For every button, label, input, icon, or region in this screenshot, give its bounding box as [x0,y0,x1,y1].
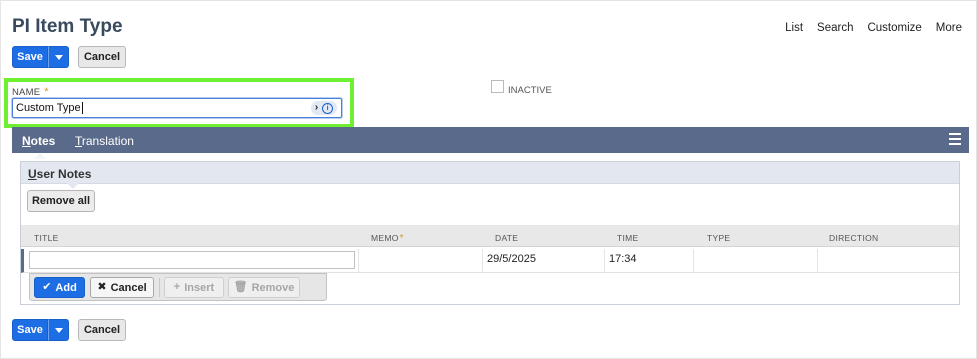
name-label: NAME * [12,86,49,98]
cell-title [24,249,359,273]
cancel-row-label: Cancel [110,281,147,294]
page-title: PI Item Type [12,16,123,37]
save-menu-button[interactable] [48,46,69,68]
name-value-text: Custom Type [16,102,81,114]
check-icon: ✔ [42,281,52,293]
plus-icon: + [173,281,181,293]
save-button-group: Save [12,46,69,68]
nav-search[interactable]: Search [817,22,853,34]
subtab-label: ser Notes [36,167,92,181]
save-button-group-bottom: Save [12,319,69,341]
remove-row-label: Remove [251,281,295,294]
col-memo-label: MEMO [371,233,399,243]
col-title: TITLE [34,233,59,243]
add-row-label: Add [55,281,77,294]
tab-bar: Notes Translation [12,127,969,159]
caret-down-icon [54,54,63,60]
col-memo: MEMO* [371,233,404,244]
remove-row-button[interactable]: 🗑 Remove [228,277,300,298]
required-star: * [399,233,404,244]
col-date: DATE [495,233,519,243]
save-button-bottom[interactable]: Save [12,319,48,341]
cancel-button-bottom[interactable]: Cancel [78,319,126,341]
trash-icon: 🗑 [233,281,248,293]
cell-direction[interactable] [818,249,961,273]
row-action-bar: ✔ Add ✖ Cancel + Insert 🗑 Remove [29,273,327,301]
insert-row-button[interactable]: + Insert [164,277,224,298]
subtab-user-notes[interactable]: User Notes [28,167,91,181]
record-page: PI Item Type List Search Customize More … [0,0,977,359]
name-label-text: NAME [12,87,41,98]
save-button[interactable]: Save [12,46,48,68]
text-cursor [81,102,83,115]
cell-type[interactable] [694,249,818,273]
close-icon: ✖ [97,281,107,293]
col-type: TYPE [707,233,731,243]
add-row-button[interactable]: ✔ Add [34,277,85,298]
col-direction: DIRECTION [829,233,879,243]
field-help-icons[interactable]: › i [311,101,337,115]
remove-all-button[interactable]: Remove all [27,190,95,212]
divider [159,278,160,297]
insert-row-label: Insert [184,281,215,294]
cancel-row-button[interactable]: ✖ Cancel [90,277,154,298]
subtab-pointer [67,183,79,189]
col-time: TIME [617,233,639,243]
subtab-header: User Notes [21,162,959,184]
name-input[interactable]: Custom Type › i [12,98,342,118]
inactive-label: INACTIVE [508,85,552,96]
save-menu-button-bottom[interactable] [48,319,69,341]
hamburger-menu-icon[interactable] [949,133,961,145]
table-row: 29/5/2025 17:34 [21,249,959,273]
caret-down-icon [54,327,63,333]
inactive-checkbox[interactable] [491,80,504,93]
cell-time[interactable]: 17:34 [605,249,694,273]
title-input[interactable] [29,251,355,269]
nav-customize[interactable]: Customize [867,22,921,34]
tab-translation[interactable]: Translation [75,134,134,148]
table-header: TITLE MEMO* DATE TIME TYPE DIRECTION [21,225,959,247]
nav-more[interactable]: More [936,22,962,34]
cell-memo[interactable] [359,249,483,273]
subtab-access-key: U [28,167,37,181]
top-nav: List Search Customize More [785,22,962,34]
name-input-value: Custom Type [16,102,83,115]
info-icon[interactable]: i [322,102,334,114]
user-notes-panel: User Notes Remove all TITLE MEMO* DATE T… [20,161,960,305]
cancel-button[interactable]: Cancel [78,46,126,68]
required-star: * [44,86,49,98]
tab-notes-label: otes [30,134,56,148]
nav-list[interactable]: List [785,22,803,34]
chevron-right-icon[interactable]: › [315,103,318,113]
tab-notes[interactable]: Notes [22,134,56,159]
tab-translation-access-key: T [75,134,82,148]
cell-date[interactable]: 29/5/2025 [483,249,605,273]
tab-notes-access-key: N [22,134,31,148]
tab-translation-label: ranslation [81,134,134,148]
